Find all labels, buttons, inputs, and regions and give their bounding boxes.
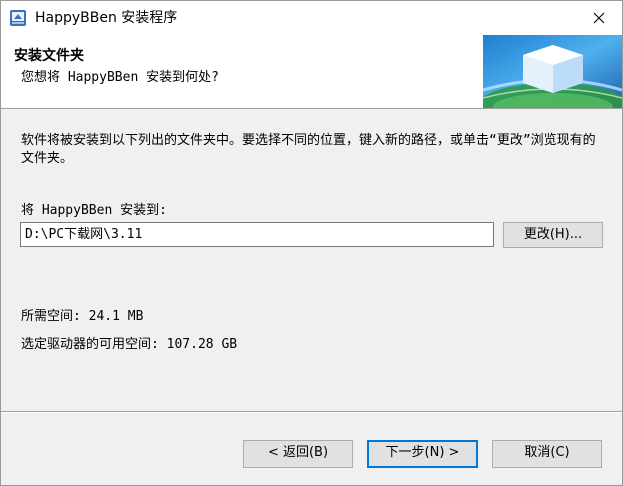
back-button[interactable]: < 返回(B)	[243, 440, 353, 468]
change-folder-button[interactable]: 更改(H)...	[503, 222, 603, 248]
space-required-text: 所需空间: 24.1 MB	[21, 309, 144, 324]
install-path-input[interactable]: D:\PC下载网\3.11	[20, 222, 494, 247]
page-title: 安装文件夹	[14, 48, 84, 64]
install-to-label: 将 HappyBBen 安装到:	[21, 203, 167, 218]
instruction-text: 软件将被安装到以下列出的文件夹中。要选择不同的位置，键入新的路径，或单击“更改”…	[21, 133, 596, 166]
close-icon	[593, 12, 605, 24]
next-button[interactable]: 下一步(N) >	[367, 440, 478, 468]
footer-divider	[1, 411, 622, 413]
installer-banner-image	[483, 35, 622, 108]
cancel-button[interactable]: 取消(C)	[492, 440, 602, 468]
content-area: 软件将被安装到以下列出的文件夹中。要选择不同的位置，键入新的路径，或单击“更改”…	[1, 109, 622, 415]
window-title: HappyBBen 安装程序	[35, 10, 178, 26]
close-button[interactable]	[576, 1, 622, 35]
installer-app-icon	[9, 9, 27, 27]
page-subtitle: 您想将 HappyBBen 安装到何处?	[21, 70, 219, 85]
space-available-text: 选定驱动器的可用空间: 107.28 GB	[21, 337, 238, 352]
installer-window: HappyBBen 安装程序 安装文件夹 您想将 HappyBBen 安装到何处…	[0, 0, 623, 486]
page-header: 安装文件夹 您想将 HappyBBen 安装到何处?	[1, 35, 622, 109]
button-bar: < 返回(B) 下一步(N) > 取消(C)	[1, 411, 622, 485]
title-bar: HappyBBen 安装程序	[1, 1, 622, 35]
